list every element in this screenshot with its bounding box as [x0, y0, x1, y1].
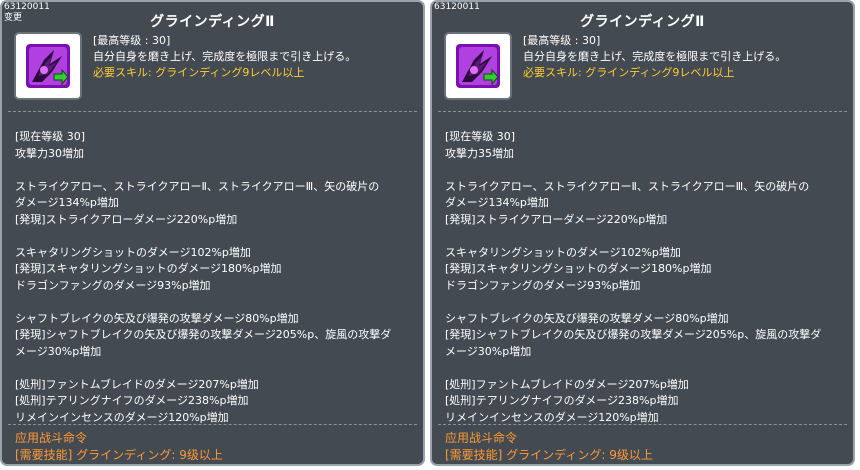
- skill-header-info: [最高等级 : 30] 自分自身を磨き上げ、完成度を極限まで引き上げる。 必要ス…: [523, 33, 853, 81]
- effect-line: スキャタリングショットのダメージ102%p増加: [445, 245, 681, 259]
- skill-title: グラインディングⅡ: [150, 14, 275, 30]
- effect-line: ストライクアロー、ストライクアローⅡ、ストライクアローⅢ、矢の破片の: [15, 179, 380, 193]
- skill-icon-frame: [14, 32, 82, 100]
- effect-line: [现在等级 30]: [15, 130, 86, 143]
- effect-line: [処刑]ファントムブレイドのダメージ207%p増加: [445, 377, 689, 391]
- effect-line: [発現]シャフトブレイクの矢及び爆発の攻撃ダメージ205%p、旋風の攻撃ダ: [445, 328, 822, 341]
- skill-header-info: [最高等级 : 30] 自分自身を磨き上げ、完成度を極限まで引き上げる。 必要ス…: [93, 33, 423, 81]
- skill-footer: 应用战斗命令 [需要技能] グラインディング: 9级以上: [15, 430, 420, 464]
- required-skill-text: 必要スキル: グラインディング9レベル以上: [93, 66, 305, 79]
- effect-line: [现在等级 30]: [445, 130, 516, 143]
- effect-line: 攻撃力30増加: [15, 146, 84, 160]
- effect-line: [発現]スキャタリングショットのダメージ180%p増加: [15, 262, 282, 275]
- skill-effects: [现在等级 30] 攻撃力30増加 ストライクアロー、ストライクアローⅡ、ストラ…: [15, 129, 420, 426]
- footer-required-skill: [需要技能] グラインディング: 9级以上: [445, 448, 653, 462]
- skill-icon-frame: [444, 32, 512, 100]
- effect-line: ドラゴンファングのダメージ93%p増加: [445, 278, 641, 292]
- effect-line: スキャタリングショットのダメージ102%p増加: [15, 245, 251, 259]
- skill-tooltip-right: 63120011 グラインディングⅡ [最高等级 : 30] 自分自身を磨き上げ…: [430, 0, 855, 466]
- effect-line: ドラゴンファングのダメージ93%p増加: [15, 278, 211, 292]
- required-skill-text: 必要スキル: グラインディング9レベル以上: [523, 66, 735, 79]
- effect-line: シャフトブレイクの矢及び爆発の攻撃ダメージ80%p増加: [445, 311, 729, 325]
- divider-bottom: [8, 424, 417, 425]
- divider-top: [438, 111, 847, 112]
- max-level-text: [最高等级 : 30]: [523, 34, 601, 47]
- skill-effects: [现在等级 30] 攻撃力35増加 ストライクアロー、ストライクアローⅡ、ストラ…: [445, 129, 850, 426]
- effect-line: [処刑]テアリングナイフのダメージ238%p増加: [15, 394, 249, 407]
- footer-required-skill: [需要技能] グラインディング: 9级以上: [15, 448, 223, 462]
- skill-tooltip-left: 63120011 变更 グラインディングⅡ [最高等级 : 30] 自分自身を磨…: [0, 0, 425, 466]
- skill-description: 自分自身を磨き上げ、完成度を極限まで引き上げる。: [523, 50, 787, 63]
- effect-line: メージ30%p増加: [445, 344, 532, 358]
- divider-bottom: [438, 424, 847, 425]
- effect-line: ダメージ134%p増加: [15, 196, 119, 209]
- max-level-text: [最高等级 : 30]: [93, 34, 171, 47]
- footer-title: 应用战斗命令: [15, 431, 88, 445]
- grinding-skill-icon: [456, 44, 500, 88]
- skill-title: グラインディングⅡ: [580, 14, 705, 30]
- divider-top: [8, 111, 417, 112]
- effect-line: [発現]シャフトブレイクの矢及び爆発の攻撃ダメージ205%p、旋風の攻撃ダ: [15, 328, 392, 341]
- effect-line: メージ30%p増加: [15, 344, 102, 358]
- effect-line: シャフトブレイクの矢及び爆発の攻撃ダメージ80%p増加: [15, 311, 299, 325]
- effect-line: [発現]ストライクアローダメージ220%p増加: [15, 212, 238, 226]
- footer-title: 应用战斗命令: [445, 431, 518, 445]
- effect-line: [処刑]テアリングナイフのダメージ238%p増加: [445, 394, 679, 407]
- effect-line: [処刑]ファントムブレイドのダメージ207%p増加: [15, 377, 259, 391]
- skill-description: 自分自身を磨き上げ、完成度を極限まで引き上げる。: [93, 50, 357, 63]
- effect-line: [発現]ストライクアローダメージ220%p増加: [445, 212, 668, 226]
- skill-footer: 应用战斗命令 [需要技能] グラインディング: 9级以上: [445, 430, 850, 464]
- effect-line: ストライクアロー、ストライクアローⅡ、ストライクアローⅢ、矢の破片の: [445, 179, 810, 193]
- grinding-skill-icon: [26, 44, 70, 88]
- effect-line: 攻撃力35増加: [445, 146, 514, 160]
- effect-line: [発現]スキャタリングショットのダメージ180%p増加: [445, 262, 712, 275]
- effect-line: ダメージ134%p増加: [445, 196, 549, 209]
